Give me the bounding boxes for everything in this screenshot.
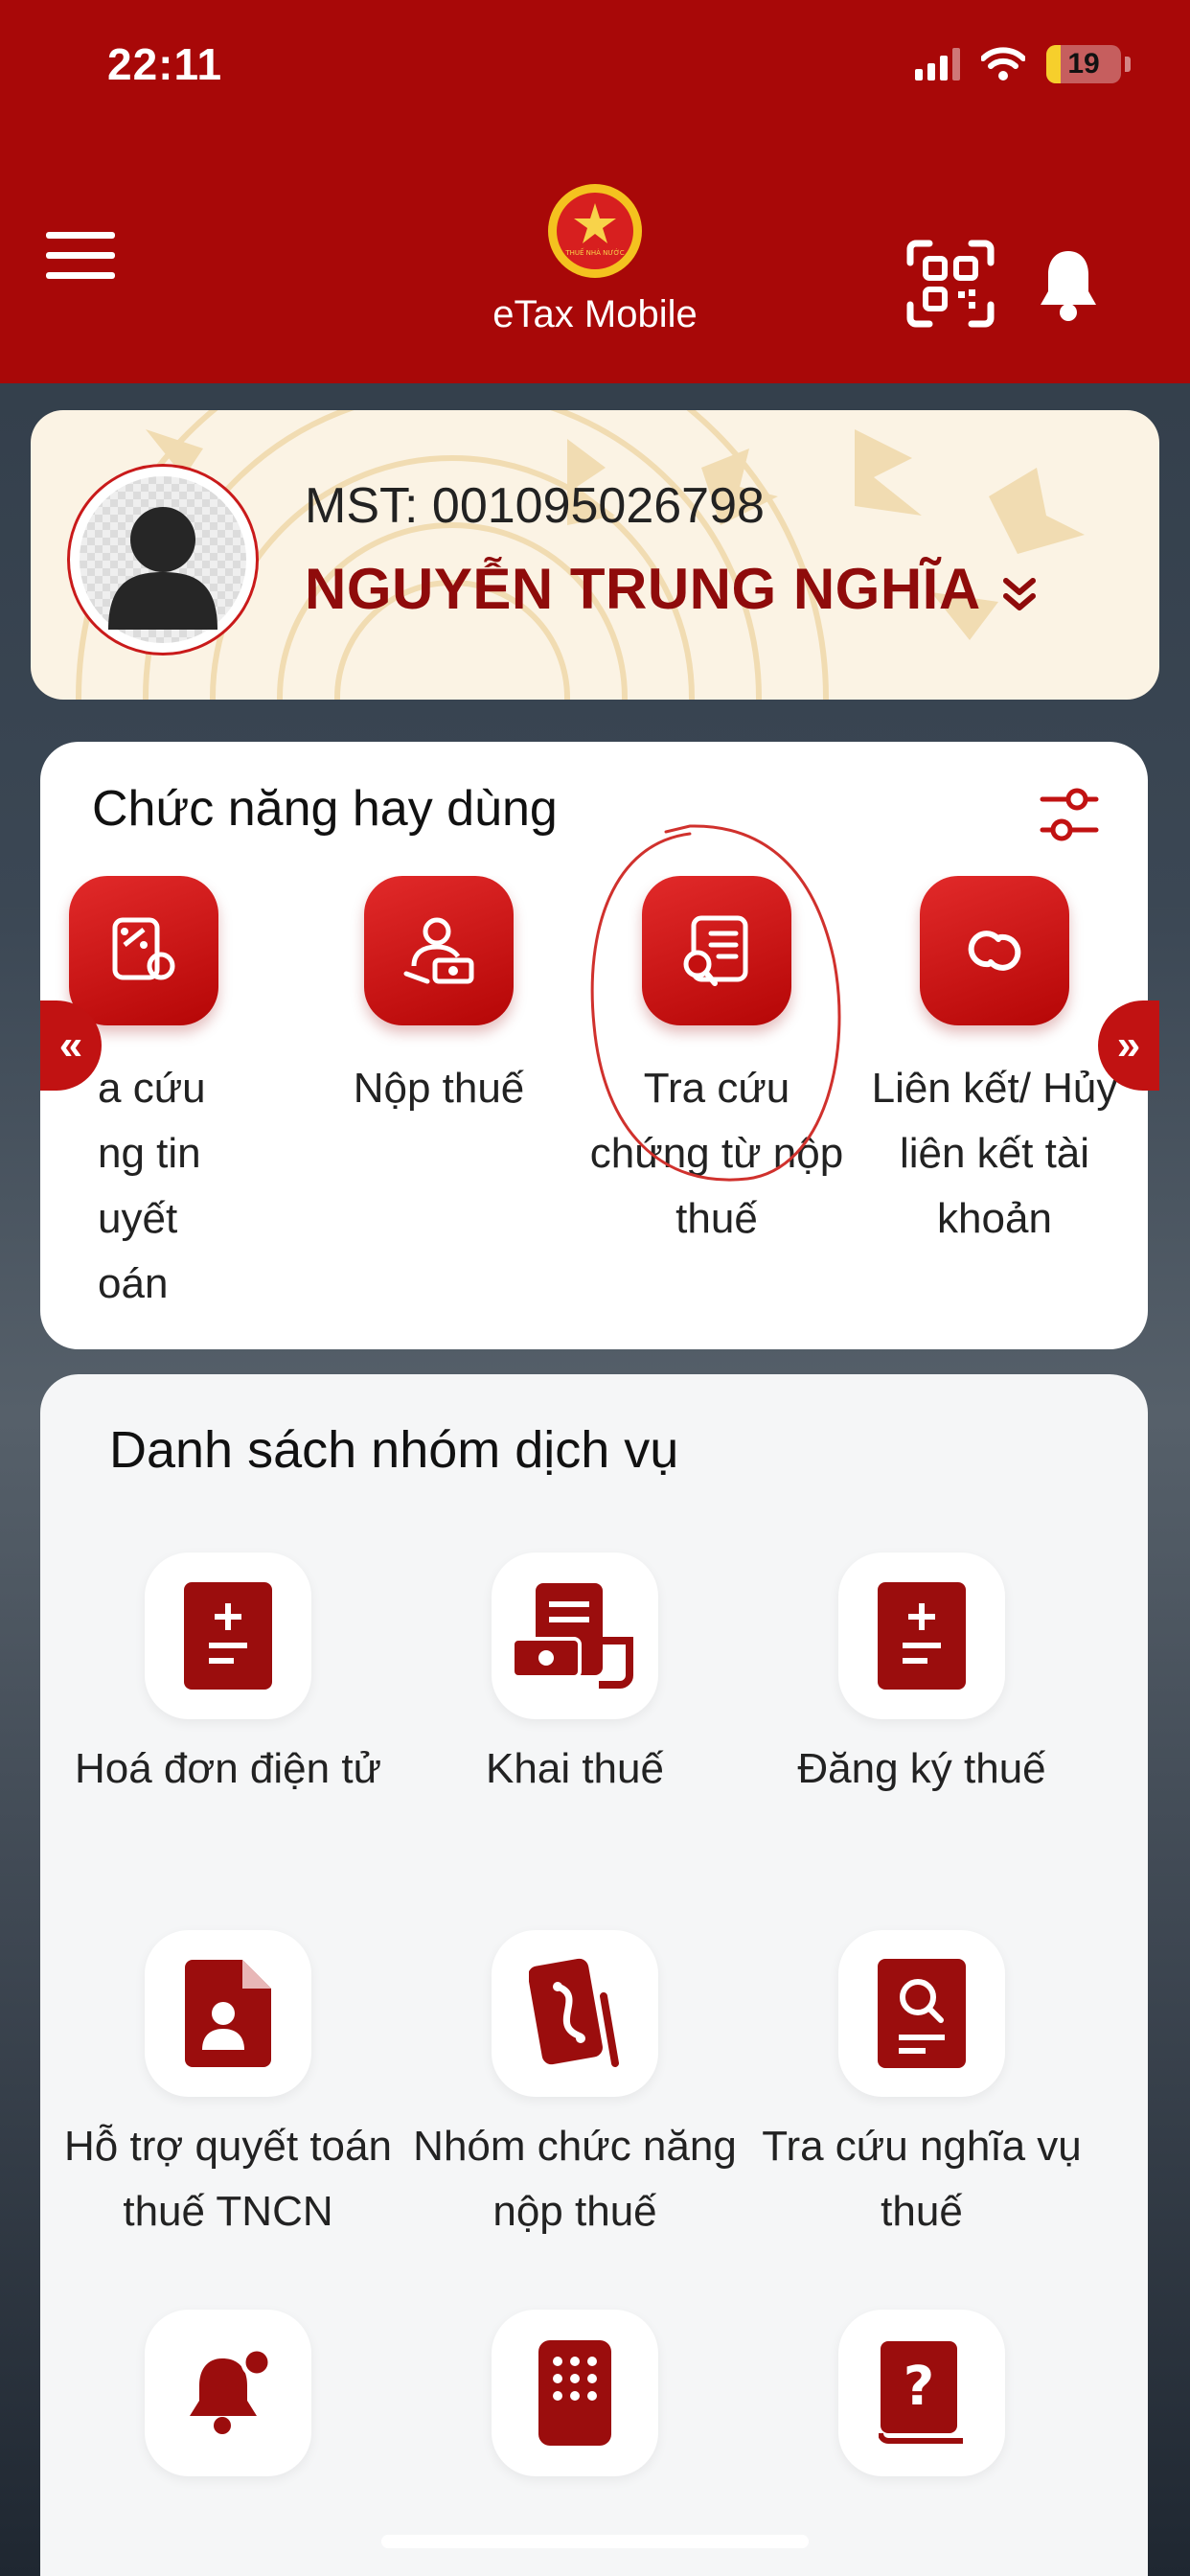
invoice-icon (145, 1552, 311, 1719)
app-title: eTax Mobile (492, 293, 698, 335)
percent-document-icon (69, 876, 218, 1025)
favorite-label: Tra cứu chứng từ nộp thuế (589, 1065, 844, 1242)
service-label: Đăng ký thuế (797, 1745, 1046, 1792)
help-book-icon: ? (838, 2310, 1005, 2476)
user-silhouette-icon (108, 507, 217, 630)
tax-registration-icon (838, 1552, 1005, 1719)
service-item-help[interactable]: ? (749, 2310, 1094, 2476)
service-label: Nhóm chức năng nộp thuế (413, 2123, 737, 2235)
service-item-keypad[interactable] (402, 2310, 747, 2476)
payment-group-icon (492, 1930, 658, 2097)
service-item-e-invoice[interactable]: Hoá đơn điện tử (56, 1552, 400, 1802)
svg-text:?: ? (904, 2356, 934, 2418)
menu-button[interactable] (46, 232, 115, 280)
logo-text: THUẾ NHÀ NƯỚC (564, 247, 624, 257)
profile-card[interactable]: MST: 001095026798 NGUYỄN TRUNG NGHĨA (31, 410, 1159, 700)
tax-declaration-icon (492, 1552, 658, 1719)
service-label: Hỗ trợ quyết toán thuế TNCN (64, 2123, 392, 2235)
bell-icon[interactable] (1037, 247, 1100, 324)
service-groups-title: Danh sách nhóm dịch vụ (109, 1421, 679, 1479)
sliders-settings-icon[interactable] (1039, 784, 1100, 845)
hamburger-line (46, 252, 115, 259)
cellular-signal-icon (915, 48, 960, 80)
personal-document-icon (145, 1930, 311, 2097)
wifi-icon (981, 47, 1025, 80)
service-groups-card: Danh sách nhóm dịch vụ Hoá đơn điện tử K… (40, 1374, 1148, 2576)
favorite-item-lookup-payment-receipt[interactable]: Tra cứu chứng từ nộp thuế (583, 876, 851, 1252)
service-label: Hoá đơn điện tử (74, 1745, 382, 1792)
favorite-label: Liên kết/ Hủy liên kết tài khoản (871, 1065, 1118, 1242)
favorite-item-link-account[interactable]: Liên kết/ Hủy liên kết tài khoản (860, 876, 1129, 1252)
link-icon (920, 876, 1069, 1025)
pay-tax-icon (364, 876, 514, 1025)
favorite-label: a cứu ng tin uyết oán (98, 1065, 206, 1307)
battery-icon: 19 (1046, 45, 1121, 83)
frequent-functions-card: Chức năng hay dùng a cứu ng tin uyết oán (40, 742, 1148, 1349)
home-indicator[interactable] (381, 2535, 809, 2548)
status-time: 22:11 (107, 39, 223, 89)
app-header: 22:11 19 THUẾ NHÀ NƯỚC eTax Mobile (0, 0, 1190, 383)
service-item-pit-settlement-support[interactable]: Hỗ trợ quyết toán thuế TNCN (56, 1930, 400, 2244)
service-item-notifications[interactable] (56, 2310, 400, 2476)
hamburger-line (46, 232, 115, 239)
keypad-icon (492, 2310, 658, 2476)
favorite-item-lookup-settlement[interactable]: a cứu ng tin uyết oán (40, 876, 278, 1317)
service-item-tax-registration[interactable]: Đăng ký thuế (749, 1552, 1094, 1802)
user-name[interactable]: NGUYỄN TRUNG NGHĨA (305, 556, 981, 622)
service-item-tax-payment-group[interactable]: Nhóm chức năng nộp thuế (402, 1930, 747, 2244)
frequent-functions-carousel[interactable]: a cứu ng tin uyết oán Nộp thuế Tra cứu c… (40, 876, 1148, 1346)
notification-icon (145, 2310, 311, 2476)
favorite-item-pay-tax[interactable]: Nộp thuế (305, 876, 573, 1121)
tax-id: MST: 001095026798 (305, 478, 765, 534)
service-label: Khai thuế (486, 1745, 664, 1792)
frequent-functions-title: Chức năng hay dùng (92, 781, 558, 837)
service-label: Tra cứu nghĩa vụ thuế (762, 2123, 1082, 2235)
service-item-tax-obligation-lookup[interactable]: Tra cứu nghĩa vụ thuế (749, 1930, 1094, 2244)
favorite-label: Nộp thuế (353, 1065, 525, 1112)
battery-tip (1125, 57, 1131, 72)
chevron-double-down-icon[interactable] (998, 573, 1041, 615)
qr-scan-icon[interactable] (906, 240, 995, 328)
search-document-icon (642, 876, 791, 1025)
hamburger-line (46, 272, 115, 279)
battery-level: 19 (1067, 48, 1100, 80)
status-icons: 19 (915, 40, 1131, 88)
tax-authority-logo: THUẾ NHÀ NƯỚC (548, 184, 642, 278)
avatar (67, 464, 259, 656)
service-item-tax-declaration[interactable]: Khai thuế (402, 1552, 747, 1802)
search-obligation-icon (838, 1930, 1005, 2097)
